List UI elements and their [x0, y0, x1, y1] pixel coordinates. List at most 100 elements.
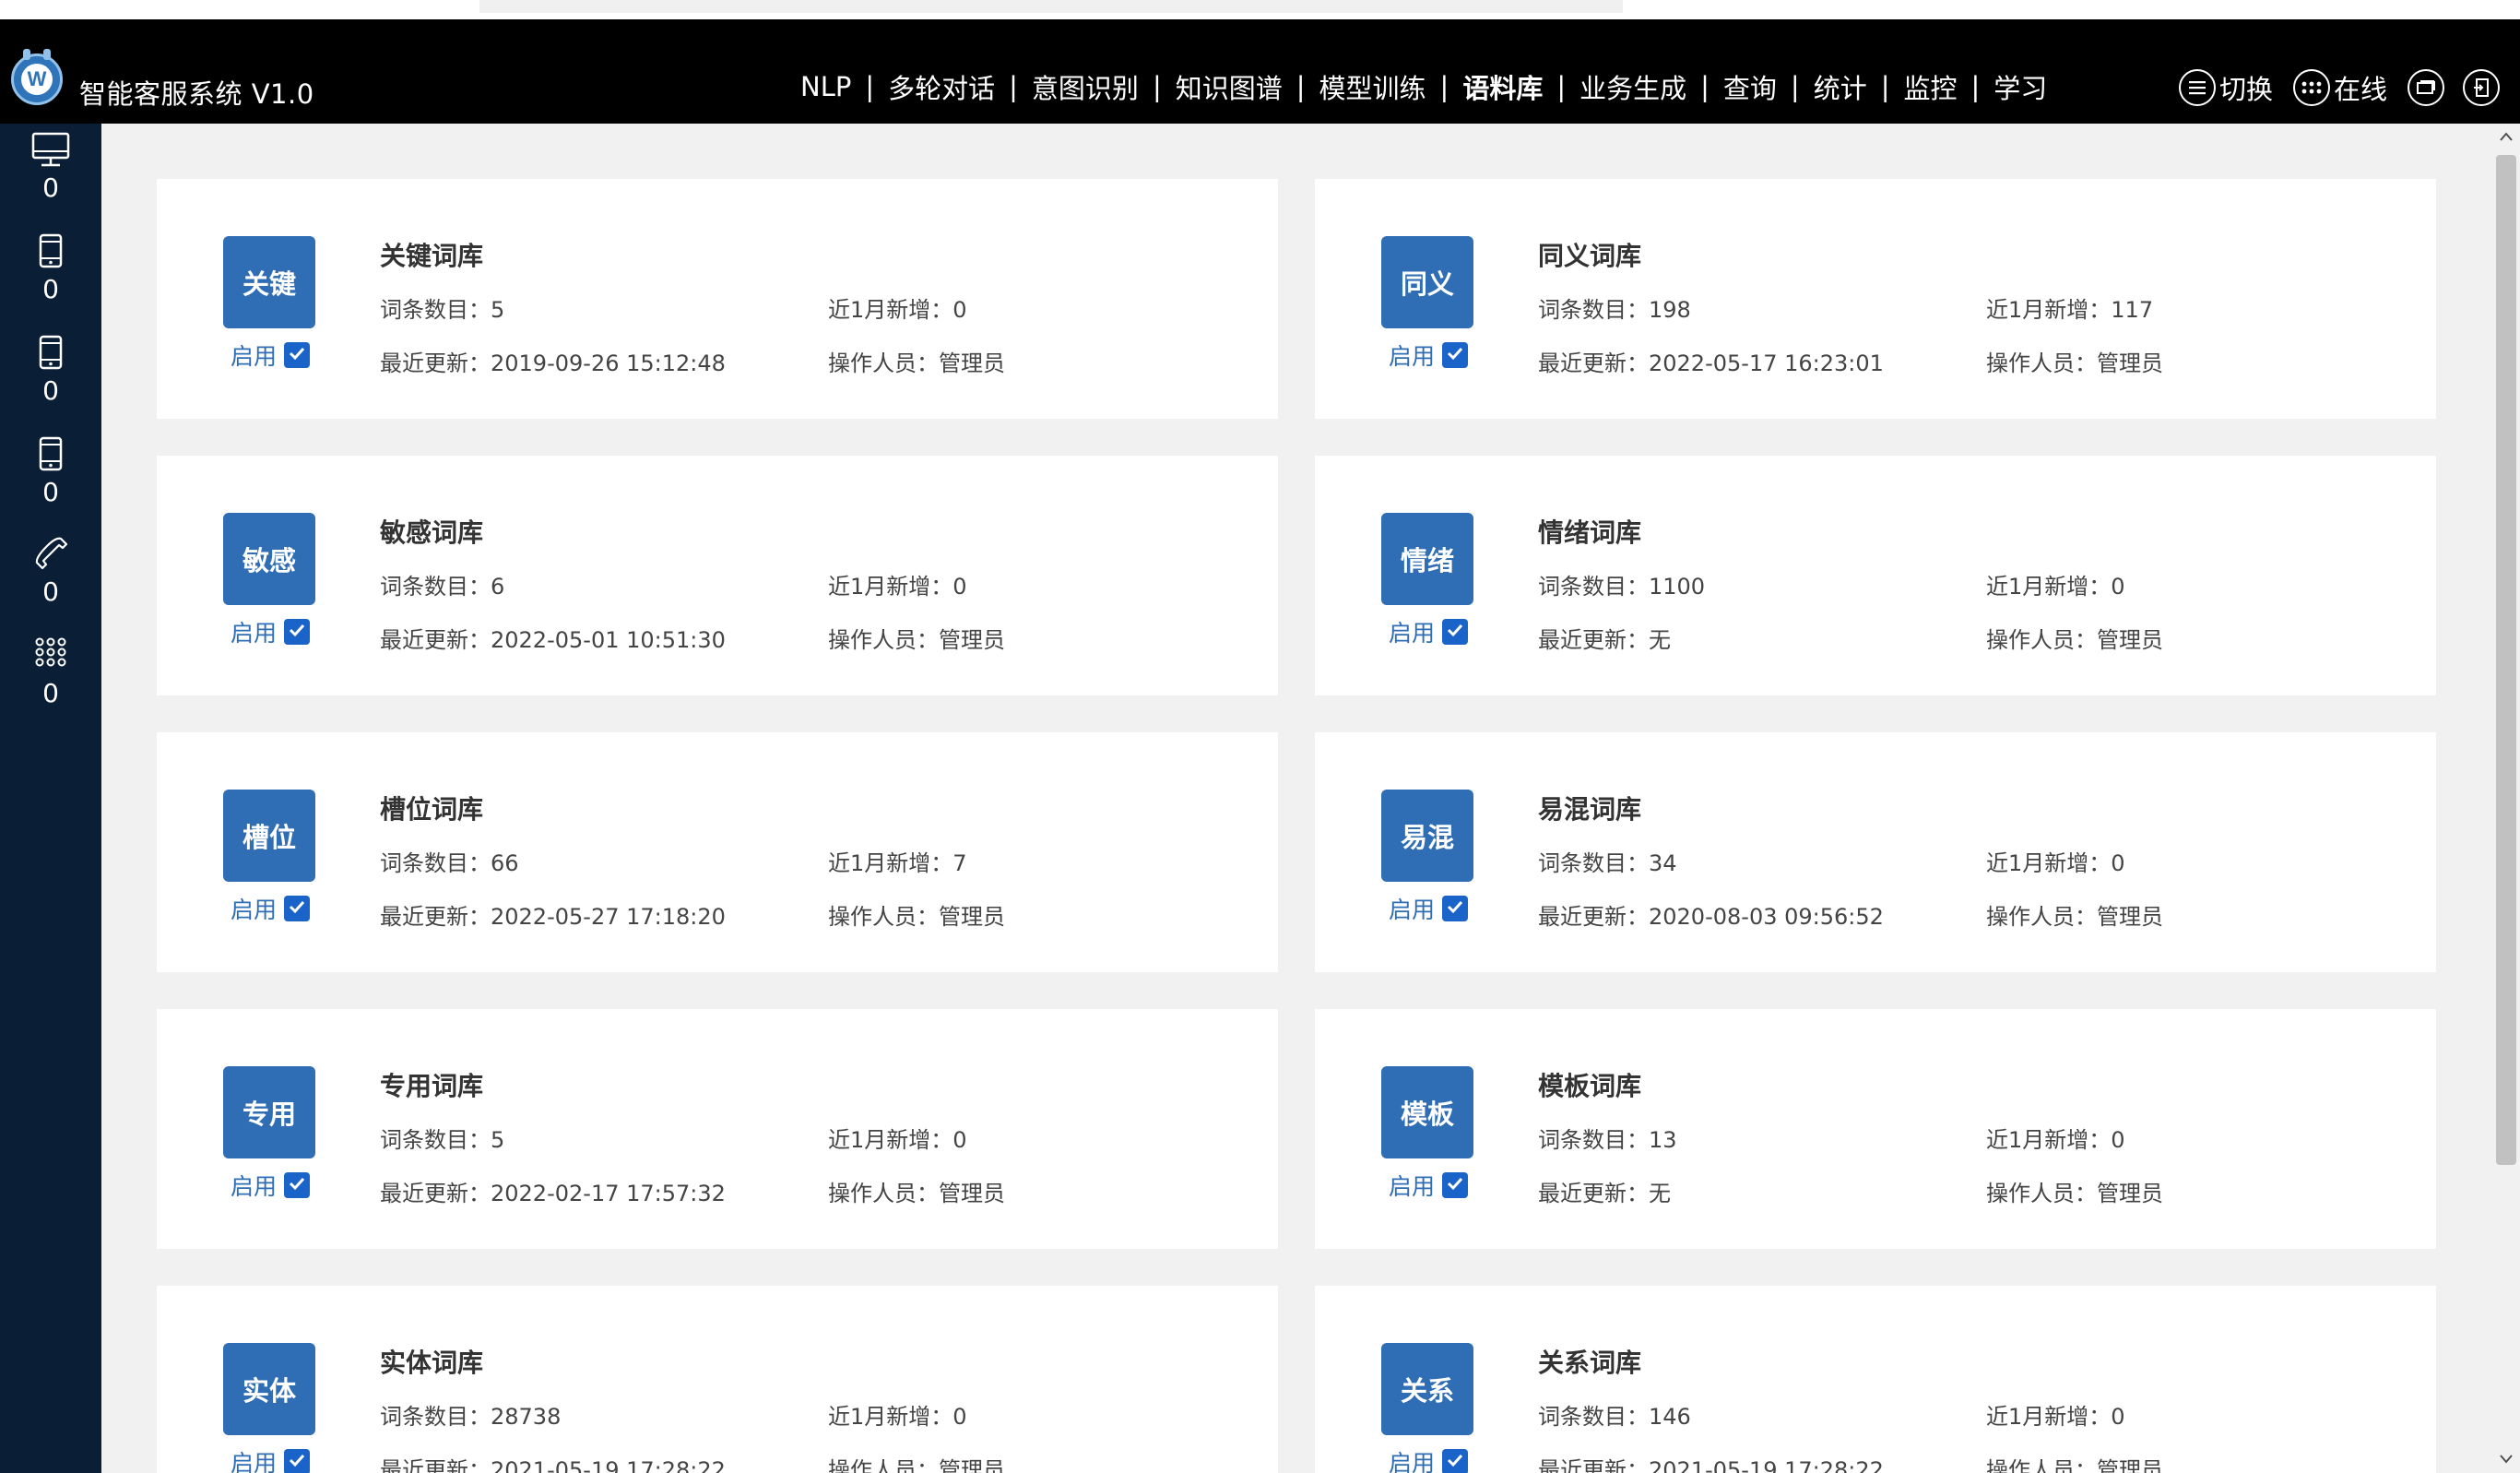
corpus-badge[interactable]: 专用 — [223, 1066, 315, 1158]
vertical-scrollbar[interactable] — [2492, 124, 2520, 1473]
nav-separator: | — [1790, 71, 1800, 102]
corpus-title[interactable]: 关系词库 — [1538, 1343, 1641, 1380]
scroll-up-arrow[interactable] — [2497, 127, 2515, 146]
enable-toggle[interactable]: 启用 — [231, 895, 311, 923]
nav-item-3[interactable]: 知识图谱 — [1170, 67, 1288, 106]
enable-toggle[interactable]: 启用 — [1389, 895, 1469, 923]
corpus-badge[interactable]: 易混 — [1381, 790, 1473, 882]
nav-item-4[interactable]: 模型训练 — [1314, 67, 1432, 106]
recent-new: 近1月新增：0 — [828, 1398, 967, 1431]
enable-toggle[interactable]: 启用 — [1389, 341, 1469, 370]
corpus-card[interactable]: 专用 启用 专用词库 词条数目：5 近1月新增：0 最近更新：2022-02-17 17:… — [157, 1009, 1278, 1249]
logout-button[interactable] — [2463, 69, 2503, 106]
corpus-title[interactable]: 敏感词库 — [380, 513, 483, 550]
corpus-title[interactable]: 专用词库 — [380, 1066, 483, 1103]
app-logo[interactable]: W — [11, 49, 63, 105]
enable-toggle[interactable]: 启用 — [231, 1171, 311, 1200]
enable-toggle[interactable]: 启用 — [231, 341, 311, 370]
operator-label: 操作人员： — [828, 1457, 939, 1473]
corpus-badge[interactable]: 模板 — [1381, 1066, 1473, 1158]
last-updated-value: 2022-02-17 17:57:32 — [491, 1181, 726, 1206]
window-button[interactable] — [2408, 69, 2448, 106]
entry-count-label: 词条数目： — [380, 850, 491, 876]
recent-new-value: 7 — [952, 850, 967, 876]
nav-item-5[interactable]: 语料库 — [1457, 67, 1548, 106]
sidebar-item-0[interactable]: 0 — [0, 131, 101, 223]
last-updated: 最近更新：2022-05-17 16:23:01 — [1538, 345, 1884, 377]
corpus-title[interactable]: 同义词库 — [1538, 236, 1641, 273]
last-updated-label: 最近更新： — [380, 350, 491, 376]
corpus-badge[interactable]: 关系 — [1381, 1343, 1473, 1435]
enable-toggle[interactable]: 启用 — [1389, 618, 1469, 647]
enable-checkbox[interactable] — [1442, 342, 1469, 368]
operator-value: 管理员 — [2097, 350, 2163, 376]
corpus-badge[interactable]: 同义 — [1381, 236, 1473, 328]
entry-count-label: 词条数目： — [380, 1127, 491, 1153]
online-button[interactable]: 在线 — [2292, 68, 2393, 107]
sidebar-item-1[interactable]: 0 — [0, 232, 101, 325]
last-updated-label: 最近更新： — [1538, 1181, 1649, 1206]
corpus-badge[interactable]: 实体 — [223, 1343, 315, 1435]
nav-item-0[interactable]: NLP — [795, 71, 857, 102]
window-icon — [2408, 69, 2444, 106]
enable-label: 启用 — [1389, 897, 1436, 923]
sidebar-item-5[interactable]: 0 — [0, 636, 101, 729]
enable-checkbox[interactable] — [284, 619, 311, 645]
corpus-card[interactable]: 实体 启用 实体词库 词条数目：28738 近1月新增：0 最近更新：2021-05-19… — [157, 1286, 1278, 1473]
last-updated: 最近更新：2021-05-19 17:28:22 — [1538, 1452, 1884, 1473]
corpus-card[interactable]: 同义 启用 同义词库 词条数目：198 近1月新增：117 最近更新：2022-05-17… — [1315, 179, 2436, 419]
enable-toggle[interactable]: 启用 — [1389, 1171, 1469, 1200]
corpus-badge[interactable]: 情绪 — [1381, 513, 1473, 605]
entry-count-value: 13 — [1649, 1127, 1677, 1153]
enable-checkbox[interactable] — [284, 896, 311, 921]
nav-item-10[interactable]: 学习 — [1988, 67, 2053, 106]
enable-checkbox[interactable] — [284, 1449, 311, 1473]
recent-new: 近1月新增：0 — [828, 568, 967, 600]
corpus-card[interactable]: 关系 启用 关系词库 词条数目：146 近1月新增：0 最近更新：2021-05-19 1… — [1315, 1286, 2436, 1473]
last-updated-label: 最近更新： — [1538, 350, 1649, 376]
switch-button[interactable]: 切换 — [2178, 68, 2278, 107]
nav-item-9[interactable]: 监控 — [1899, 67, 1963, 106]
nav-item-7[interactable]: 查询 — [1718, 67, 1782, 106]
corpus-title[interactable]: 情绪词库 — [1538, 513, 1641, 550]
corpus-badge[interactable]: 槽位 — [223, 790, 315, 882]
corpus-title[interactable]: 易混词库 — [1538, 790, 1641, 826]
enable-checkbox[interactable] — [1442, 896, 1469, 921]
sidebar-item-4[interactable]: 0 — [0, 535, 101, 627]
sidebar-item-3[interactable]: 0 — [0, 435, 101, 528]
enable-toggle[interactable]: 启用 — [231, 618, 311, 647]
nav-item-8[interactable]: 统计 — [1808, 67, 1873, 106]
last-updated-value: 2022-05-01 10:51:30 — [491, 627, 726, 653]
enable-toggle[interactable]: 启用 — [231, 1448, 311, 1473]
tablet-icon — [30, 435, 71, 472]
enable-checkbox[interactable] — [1442, 1172, 1469, 1198]
last-updated-value: 2022-05-27 17:18:20 — [491, 904, 726, 930]
corpus-badge[interactable]: 关键 — [223, 236, 315, 328]
corpus-card[interactable]: 槽位 启用 槽位词库 词条数目：66 近1月新增：7 最近更新：2022-05-27 17… — [157, 732, 1278, 972]
enable-checkbox[interactable] — [284, 1172, 311, 1198]
corpus-title[interactable]: 实体词库 — [380, 1343, 483, 1380]
enable-checkbox[interactable] — [284, 342, 311, 368]
corpus-card[interactable]: 情绪 启用 情绪词库 词条数目：1100 近1月新增：0 最近更新：无 操作人员：管理员 — [1315, 456, 2436, 695]
nav-item-1[interactable]: 多轮对话 — [882, 67, 1000, 106]
sidebar-item-2[interactable]: 0 — [0, 334, 101, 426]
corpus-title[interactable]: 模板词库 — [1538, 1066, 1641, 1103]
nav-separator: | — [1152, 71, 1162, 102]
corpus-badge[interactable]: 敏感 — [223, 513, 315, 605]
corpus-title[interactable]: 槽位词库 — [380, 790, 483, 826]
corpus-card[interactable]: 关键 启用 关键词库 词条数目：5 近1月新增：0 最近更新：2019-09-26 15:… — [157, 179, 1278, 419]
corpus-title[interactable]: 关键词库 — [380, 236, 483, 273]
scroll-down-arrow[interactable] — [2497, 1450, 2515, 1468]
entry-count: 词条数目：5 — [380, 291, 504, 324]
nav-item-2[interactable]: 意图识别 — [1026, 67, 1144, 106]
nav-item-6[interactable]: 业务生成 — [1574, 67, 1692, 106]
scroll-thumb[interactable] — [2496, 155, 2516, 1165]
enable-checkbox[interactable] — [1442, 1449, 1469, 1473]
corpus-card[interactable]: 模板 启用 模板词库 词条数目：13 近1月新增：0 最近更新：无 操作人员：管理员 — [1315, 1009, 2436, 1249]
recent-new-value: 0 — [952, 1127, 967, 1153]
corpus-card[interactable]: 易混 启用 易混词库 词条数目：34 近1月新增：0 最近更新：2020-08-03 09… — [1315, 732, 2436, 972]
operator: 操作人员：管理员 — [828, 345, 1005, 377]
enable-toggle[interactable]: 启用 — [1389, 1448, 1469, 1473]
enable-checkbox[interactable] — [1442, 619, 1469, 645]
corpus-card[interactable]: 敏感 启用 敏感词库 词条数目：6 近1月新增：0 最近更新：2022-05-01 10:… — [157, 456, 1278, 695]
